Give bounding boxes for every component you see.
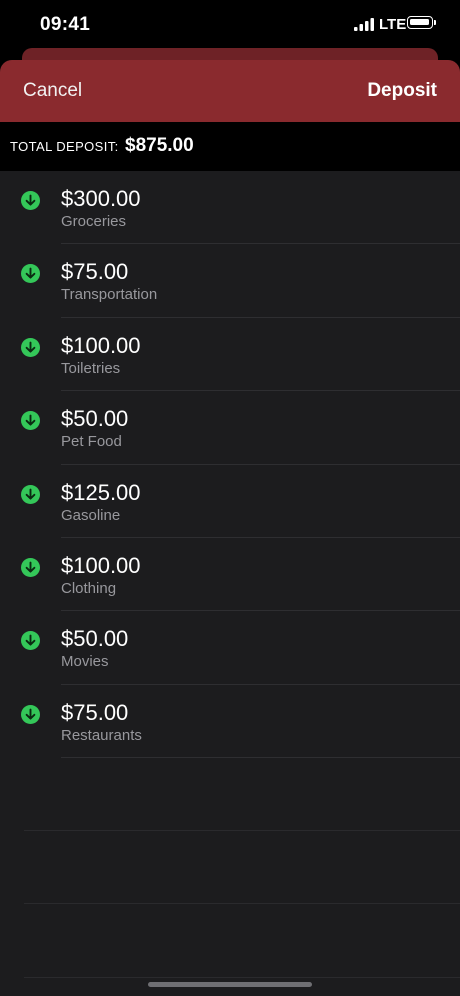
deposit-item[interactable]: $100.00 Clothing — [0, 538, 460, 612]
list-separator — [24, 903, 460, 904]
arrow-down-circle-icon — [21, 484, 40, 504]
deposit-item[interactable]: $300.00 Groceries — [0, 171, 460, 245]
arrow-down-circle-icon — [21, 337, 40, 357]
arrow-down-circle-icon — [21, 631, 40, 651]
item-category: Movies — [61, 653, 109, 671]
arrow-down-circle-icon — [21, 411, 40, 431]
item-amount: $50.00 — [61, 626, 129, 652]
nav-bar: Cancel Deposit — [0, 60, 460, 122]
list-separator — [24, 830, 460, 831]
arrow-down-circle-icon — [21, 264, 40, 284]
battery-icon — [407, 16, 436, 29]
item-amount: $300.00 — [61, 186, 141, 211]
arrow-down-circle-icon — [21, 704, 40, 724]
item-category: Toiletries — [61, 359, 121, 377]
deposit-item[interactable]: $125.00 Gasoline — [0, 465, 460, 538]
deposit-item[interactable]: $50.00 Pet Food — [0, 391, 460, 465]
deposit-item[interactable]: $50.00 Movies — [0, 611, 460, 685]
deposit-item[interactable]: $75.00 Transportation — [0, 244, 460, 318]
deposit-list: $300.00 Groceries $75.00 Transportation $100… — [0, 171, 460, 759]
signal-icon — [354, 18, 374, 31]
arrow-down-circle-icon — [21, 191, 40, 210]
item-category: Clothing — [61, 579, 117, 597]
item-category: Groceries — [61, 213, 127, 230]
total-deposit-value: $875.00 — [125, 135, 194, 156]
deposit-item[interactable]: $100.00 Toiletries — [0, 318, 460, 392]
item-amount: $75.00 — [61, 699, 129, 725]
network-type: LTE — [379, 16, 407, 33]
list-separator — [24, 977, 460, 978]
deposit-sheet: Cancel Deposit TOTAL DEPOSIT: $875.00 $3… — [0, 60, 460, 996]
deposit-button[interactable]: Deposit — [367, 80, 437, 102]
total-deposit-bar: TOTAL DEPOSIT: $875.00 — [0, 122, 460, 171]
status-time: 09:41 — [40, 14, 91, 35]
item-amount: $100.00 — [61, 552, 141, 578]
item-category: Pet Food — [61, 433, 122, 451]
item-amount: $50.00 — [61, 406, 129, 432]
home-indicator[interactable] — [148, 982, 312, 987]
item-category: Gasoline — [61, 506, 121, 524]
item-amount: $75.00 — [61, 259, 129, 285]
item-category: Restaurants — [61, 726, 142, 744]
row-separator — [61, 757, 460, 759]
total-deposit-label: TOTAL DEPOSIT: — [10, 139, 119, 154]
arrow-down-circle-icon — [21, 557, 40, 577]
item-amount: $125.00 — [61, 479, 141, 505]
deposit-item[interactable]: $75.00 Restaurants — [0, 685, 460, 759]
status-bar: 09:41 LTE — [0, 0, 460, 50]
item-category: Transportation — [61, 286, 158, 304]
cancel-button[interactable]: Cancel — [23, 80, 82, 102]
item-amount: $100.00 — [61, 332, 141, 358]
